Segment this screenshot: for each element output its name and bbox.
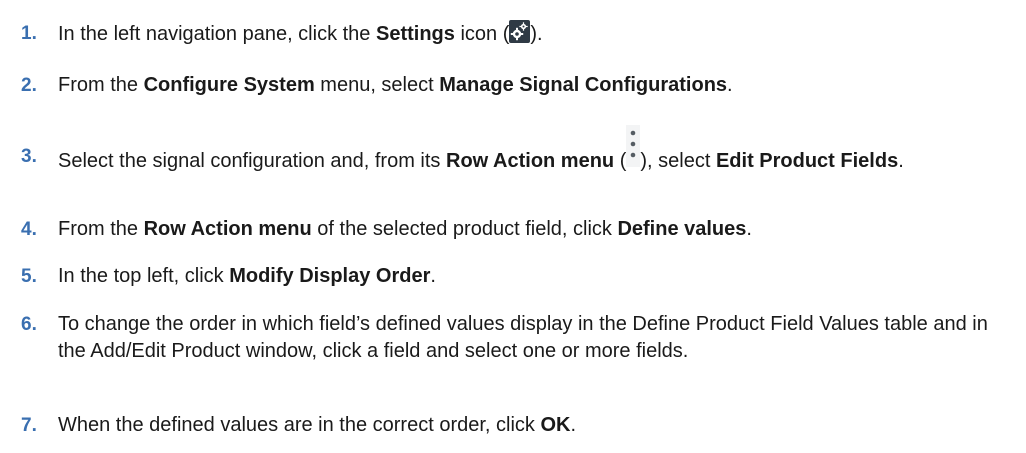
step-text-segment: Select the signal configuration and, fro… [58,150,446,172]
step-3: 3. Select the signal configuration and, … [0,125,1026,175]
step-text-segment: ), select [640,150,716,172]
step-text-segment: ( [614,150,627,172]
ui-term-define-values: Define values [617,218,747,240]
step-text-segment: ). [530,23,543,45]
step-text-segment: When the defined values are in the corre… [58,414,541,436]
step-text-segment: . [570,414,577,436]
step-text: From the Configure System menu, select M… [58,72,1026,99]
ui-term-modify-display-order: Modify Display Order [229,265,431,287]
step-text-segment: . [727,74,733,96]
ui-term-manage-signal-configurations: Manage Signal Configurations [439,74,728,96]
step-7: 7. When the defined values are in the co… [0,412,1026,439]
step-text: Select the signal configuration and, fro… [58,125,1026,175]
settings-gear-icon [509,20,531,43]
step-1: 1. In the left navigation pane, click th… [0,20,1026,48]
step-5: 5. In the top left, click Modify Display… [0,263,1026,290]
step-text-segment: menu, select [314,74,440,96]
step-4: 4. From the Row Action menu of the selec… [0,216,1026,243]
step-text: From the Row Action menu of the selected… [58,216,1026,243]
step-text: In the left navigation pane, click the S… [58,20,1026,48]
step-text-segment: . [430,265,436,287]
ui-term-edit-product-fields: Edit Product Fields [715,150,899,172]
step-text-segment: In the top left, click [58,265,230,287]
step-number: 3. [21,146,37,167]
step-text-segment: . [746,218,752,240]
step-text-segment: of the selected product field, click [311,218,618,240]
step-text-segment: icon ( [454,23,510,45]
step-number: 2. [21,75,37,96]
ui-term-ok: OK [540,414,571,436]
step-number: 4. [21,219,37,240]
ui-term-row-action-menu: Row Action menu [143,218,312,240]
step-text: In the top left, click Modify Display Or… [58,263,1026,290]
step-text-segment: From the [58,218,144,240]
step-text-segment: From the [58,74,144,96]
step-text-segment: . [898,150,904,172]
step-number: 7. [21,415,37,436]
step-number: 1. [21,23,37,44]
step-text: When the defined values are in the corre… [58,412,1026,439]
step-text-segment: In the left navigation pane, click the [58,23,376,45]
vertical-ellipsis-icon [626,125,641,167]
step-6: 6. To change the order in which field’s … [0,311,1026,365]
step-number: 6. [21,314,37,335]
step-text: To change the order in which field’s def… [58,313,988,362]
ui-term-configure-system: Configure System [143,74,315,96]
step-2: 2. From the Configure System menu, selec… [0,72,1026,99]
ui-term-settings: Settings [375,23,455,45]
step-number: 5. [21,266,37,287]
ui-term-row-action-menu: Row Action menu [446,150,615,172]
